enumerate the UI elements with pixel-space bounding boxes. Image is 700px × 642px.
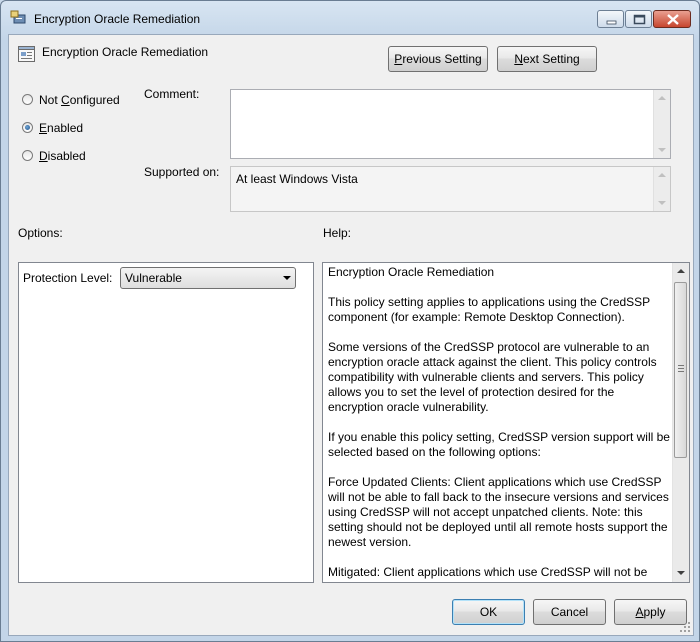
chevron-down-icon <box>283 276 291 280</box>
arrow-down-icon <box>677 571 685 575</box>
next-setting-button[interactable]: Next Setting <box>497 46 597 72</box>
radio-circle[interactable] <box>22 122 33 133</box>
radio-circle[interactable] <box>22 94 33 105</box>
apply-button[interactable]: Apply <box>614 599 687 625</box>
title-bar[interactable]: Encryption Oracle Remediation <box>1 1 699 31</box>
scroll-up-button[interactable] <box>673 263 689 280</box>
protection-level-label: Protection Level: <box>23 271 113 285</box>
dialog-body: Encryption Oracle Remediation Previous S… <box>8 34 694 636</box>
help-paragraph: This policy setting applies to applicati… <box>328 295 650 324</box>
close-button[interactable] <box>653 10 691 28</box>
protection-level-select[interactable]: Vulnerable <box>120 267 296 289</box>
supported-on-value: At least Windows Vista <box>236 172 358 186</box>
comment-scrollbar[interactable] <box>653 90 670 158</box>
arrow-up-icon <box>677 269 685 273</box>
radio-not-configured[interactable]: Not Configured <box>18 92 128 110</box>
radio-disabled[interactable]: Disabled <box>18 148 128 166</box>
help-scrollbar[interactable] <box>672 263 689 582</box>
scroll-thumb[interactable] <box>674 282 687 458</box>
help-paragraph: Some versions of the CredSSP protocol ar… <box>328 340 657 414</box>
cancel-button[interactable]: Cancel <box>533 599 606 625</box>
help-paragraph: Encryption Oracle Remediation <box>328 265 495 279</box>
options-label: Options: <box>18 226 63 240</box>
policy-window: Encryption Oracle Remediation Encryption… <box>0 0 700 642</box>
resize-grip-icon[interactable] <box>679 621 691 633</box>
options-pane: Protection Level: Vulnerable <box>18 262 314 583</box>
protection-level-value: Vulnerable <box>125 271 182 285</box>
supported-on-label: Supported on: <box>144 165 220 179</box>
help-paragraph: Mitigated: Client applications which use… <box>328 565 648 582</box>
close-icon <box>667 14 679 25</box>
help-text: Encryption Oracle Remediation This polic… <box>328 265 672 582</box>
maximize-icon <box>633 14 646 25</box>
minimize-button[interactable] <box>597 10 624 28</box>
help-paragraph: Force Updated Clients: Client applicatio… <box>328 475 669 549</box>
previous-setting-button[interactable]: Previous Setting <box>388 46 488 72</box>
scroll-down-button[interactable] <box>673 565 689 582</box>
supported-scrollbar[interactable] <box>653 167 670 211</box>
help-pane: Encryption Oracle Remediation This polic… <box>322 262 690 583</box>
setting-title: Encryption Oracle Remediation <box>42 45 209 59</box>
help-paragraph: If you enable this policy setting, CredS… <box>328 430 670 459</box>
radio-circle[interactable] <box>22 150 33 161</box>
maximize-button[interactable] <box>625 10 652 28</box>
minimize-icon <box>606 20 617 25</box>
comment-label: Comment: <box>144 87 200 101</box>
comment-textarea[interactable] <box>230 89 671 159</box>
help-label: Help: <box>323 226 352 240</box>
radio-enabled[interactable]: Enabled <box>18 120 128 138</box>
setting-icon <box>18 46 35 62</box>
group-policy-icon <box>10 10 26 24</box>
window-title: Encryption Oracle Remediation <box>34 12 201 26</box>
ok-button[interactable]: OK <box>452 599 525 625</box>
supported-on-field: At least Windows Vista <box>230 166 671 212</box>
